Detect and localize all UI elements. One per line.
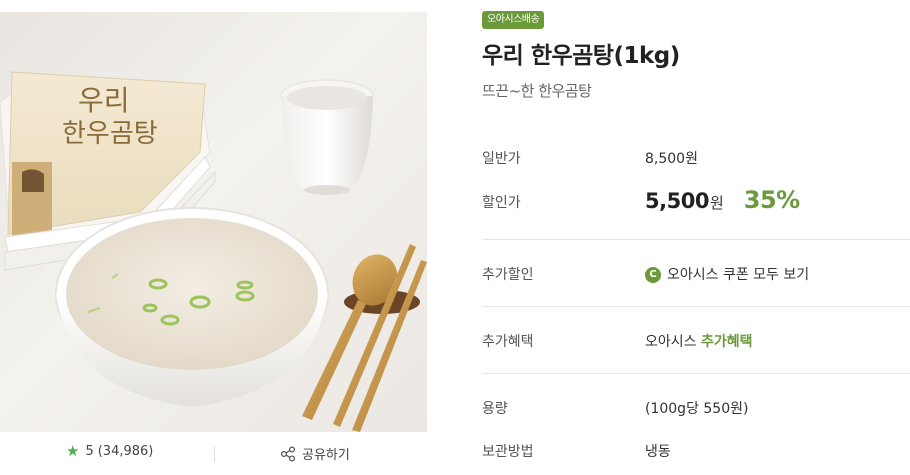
extra-benefit-link[interactable]: 추가혜택 xyxy=(701,334,753,350)
product-info: 오아시스배송 우리 한우곰탕(1kg) 뜨끈~한 한우곰탕 일반가 8,500원… xyxy=(482,0,910,475)
product-title: 우리 한우곰탕(1kg) xyxy=(482,43,680,69)
review-rating[interactable]: ★ 5 (34,986) xyxy=(66,442,154,460)
divider xyxy=(482,373,910,374)
regular-price: 8,500원 xyxy=(645,151,698,167)
sale-price: 5,500 xyxy=(645,189,709,213)
extra-discount-label: 추가할인 xyxy=(482,267,534,283)
product-subtitle: 뜨끈~한 한우곰탕 xyxy=(482,82,592,100)
extra-benefit-prefix: 오아시스 xyxy=(645,334,701,350)
share-icon xyxy=(280,445,296,462)
divider xyxy=(482,306,910,307)
volume-label: 용량 xyxy=(482,401,508,417)
extra-benefit-label: 추가혜택 xyxy=(482,334,534,350)
storage-value: 냉동 xyxy=(645,444,671,460)
star-icon: ★ xyxy=(66,442,80,460)
coupon-link[interactable]: C 오아시스 쿠폰 모두 보기 xyxy=(645,264,809,284)
product-image: 우리 한우곰탕 xyxy=(0,12,427,432)
discount-rate: 35% xyxy=(743,186,800,214)
share-label: 공유하기 xyxy=(302,448,350,463)
package-text-1: 우리 xyxy=(78,84,130,117)
divider xyxy=(482,239,910,240)
divider xyxy=(214,446,215,462)
coupon-link-text: 오아시스 쿠폰 모두 보기 xyxy=(667,267,810,283)
coupon-icon: C xyxy=(645,267,661,283)
rating-value: 5 xyxy=(85,444,94,459)
sale-price-unit: 원 xyxy=(709,194,724,212)
sale-price-label: 할인가 xyxy=(482,195,521,211)
review-count: (34,986) xyxy=(97,444,154,459)
package-text-2: 한우곰탕 xyxy=(62,119,158,149)
delivery-badge: 오아시스배송 xyxy=(482,11,545,29)
regular-price-label: 일반가 xyxy=(482,151,521,167)
share-button[interactable]: 공유하기 xyxy=(280,444,350,463)
photo-footer: ★ 5 (34,986) 공유하기 xyxy=(0,436,427,475)
storage-label: 보관방법 xyxy=(482,444,534,460)
extra-benefit: 오아시스 추가혜택 xyxy=(645,331,753,351)
sale-price-group: 5,500원 35% xyxy=(645,186,800,214)
volume-value: (100g당 550원) xyxy=(645,401,749,417)
